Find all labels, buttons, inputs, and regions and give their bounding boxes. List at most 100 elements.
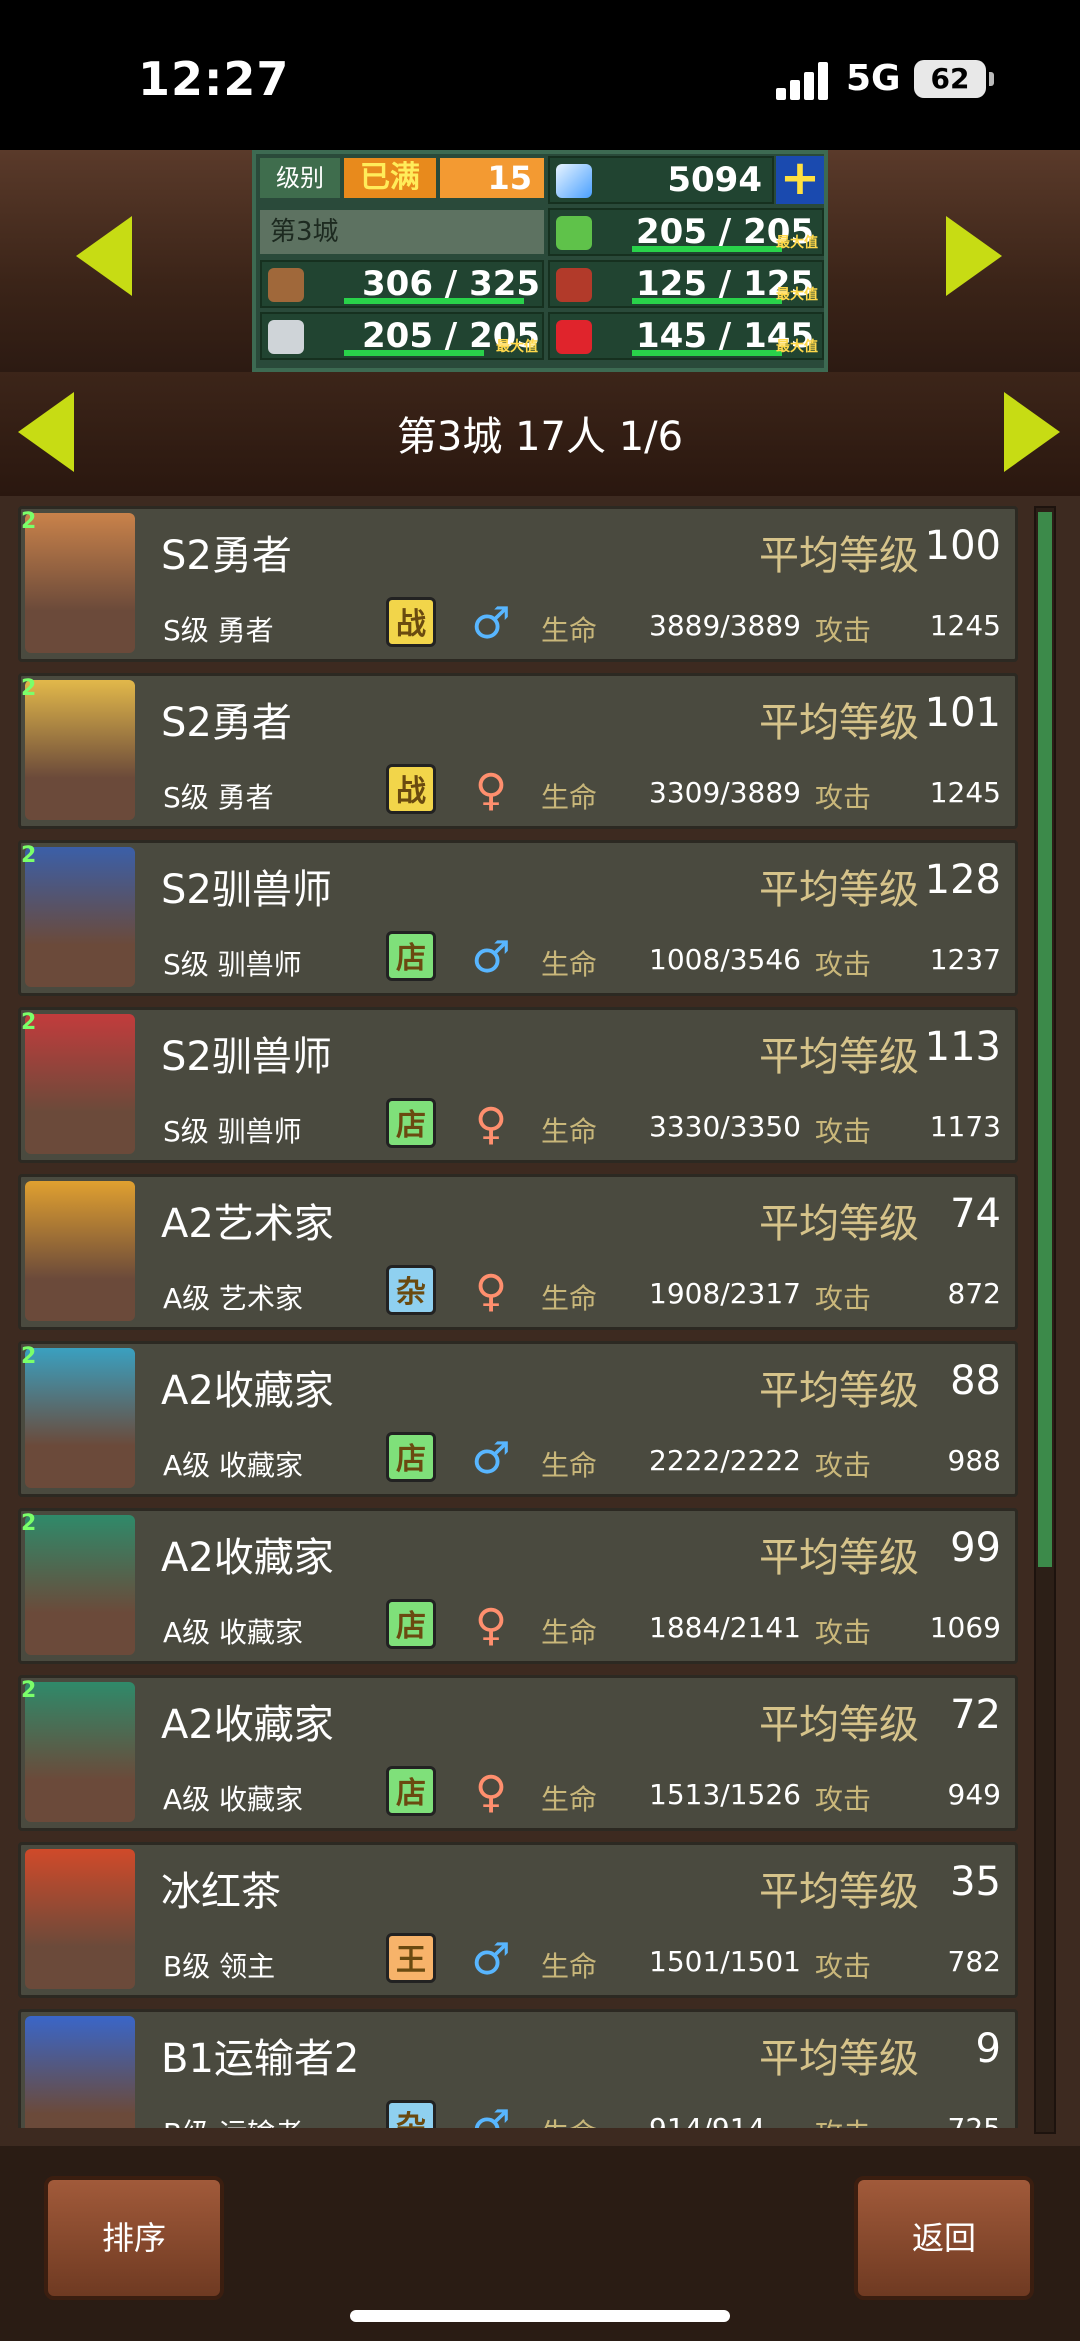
home-indicator[interactable]: [350, 2310, 730, 2322]
prev-castle-arrow-icon[interactable]: [76, 216, 132, 296]
job-type-icon: 战: [386, 597, 436, 647]
next-page-arrow-icon[interactable]: [1004, 392, 1060, 472]
job-type-icon: 店: [386, 1098, 436, 1148]
back-button[interactable]: 返回: [854, 2176, 1034, 2300]
unit-name: S2勇者: [161, 533, 292, 579]
unit-name: S2驯兽师: [161, 867, 332, 913]
attack-value: 988: [947, 1444, 1001, 1477]
hp-value: 3309/3889: [649, 776, 801, 809]
attack-value: 872: [947, 1277, 1001, 1310]
battery-icon: 62: [914, 60, 994, 98]
unit-card[interactable]: 2 A2收藏家 平均等级 72 A级 收藏家 店 ♀ 生命 1513/1526 …: [18, 1675, 1018, 1831]
avg-level-label: 平均等级: [759, 533, 919, 579]
hp-label: 生命: [541, 781, 598, 814]
female-icon: ♀: [474, 765, 508, 816]
unit-list-panel: 2 S2勇者 平均等级 100 S级 勇者 战 ♂ 生命 3889/3889 攻…: [0, 496, 1080, 2146]
attack-label: 攻击: [815, 1449, 872, 1482]
unit-rank: S级 勇者: [163, 781, 274, 814]
unit-name: A2收藏家: [161, 1702, 334, 1748]
unit-rank: B级 运输者: [163, 2112, 303, 2128]
grade-badge-icon: 2: [21, 1344, 37, 1369]
attack-value: 1245: [929, 776, 1001, 809]
unit-card[interactable]: A2艺术家 平均等级 74 A级 艺术家 杂 ♀ 生命 1908/2317 攻击…: [18, 1174, 1018, 1330]
wood-resource: 306 / 325: [260, 260, 544, 308]
grade-badge-icon: 2: [21, 509, 37, 534]
castle-header: 第3城 17人 1/6: [0, 372, 1080, 496]
stone-icon: [268, 320, 304, 354]
wood-log-icon: [268, 268, 304, 302]
unit-card[interactable]: 2 A2收藏家 平均等级 88 A级 收藏家 店 ♂ 生命 2222/2222 …: [18, 1341, 1018, 1497]
diamond-icon: [556, 164, 592, 198]
attack-value: 1245: [929, 609, 1001, 642]
hp-label: 生命: [541, 1449, 598, 1482]
avg-level-value: 88: [950, 1358, 1001, 1404]
level-max-badge: 已满: [344, 158, 436, 198]
unit-card[interactable]: 2 S2勇者 平均等级 101 S级 勇者 战 ♀ 生命 3309/3889 攻…: [18, 673, 1018, 829]
job-type-icon: 店: [386, 931, 436, 981]
hp-value: 1501/1501: [649, 1945, 801, 1978]
unit-card[interactable]: 2 A2收藏家 平均等级 99 A级 收藏家 店 ♀ 生命 1884/2141 …: [18, 1508, 1018, 1664]
hp-label: 生命: [541, 948, 598, 981]
avg-level-label: 平均等级: [759, 867, 919, 913]
job-type-icon: 王: [386, 1933, 436, 1983]
hp-value: 1908/2317: [649, 1277, 801, 1310]
hp-value: 3330/3350: [649, 1110, 801, 1143]
job-type-icon: 店: [386, 1599, 436, 1649]
hp-value: 914/914: [649, 2112, 765, 2128]
hp-label: 生命: [541, 1783, 598, 1816]
scrollbar[interactable]: [1034, 506, 1056, 2134]
ruby-icon: [556, 320, 592, 354]
unit-card[interactable]: 2 S2勇者 平均等级 100 S级 勇者 战 ♂ 生命 3889/3889 攻…: [18, 506, 1018, 662]
sort-button[interactable]: 排序: [44, 2176, 224, 2300]
job-type-icon: 店: [386, 1766, 436, 1816]
unit-name: A2艺术家: [161, 1201, 334, 1247]
job-type-icon: 战: [386, 764, 436, 814]
hp-value: 3889/3889: [649, 609, 801, 642]
scrollbar-thumb[interactable]: [1038, 512, 1052, 1567]
attack-label: 攻击: [815, 1282, 872, 1315]
attack-label: 攻击: [815, 1783, 872, 1816]
clock: 12:27: [138, 52, 290, 106]
resource-panel: 级别 已满 15 5094 + 第3城 205 / 205 最大值 306 / …: [252, 150, 828, 372]
male-icon: ♂: [471, 598, 511, 649]
grade-badge-icon: 2: [21, 1511, 37, 1536]
avg-level-value: 9: [975, 2026, 1001, 2072]
avg-level-label: 平均等级: [759, 1368, 919, 1414]
attack-label: 攻击: [815, 614, 872, 647]
grade-badge-icon: [21, 1177, 67, 1217]
attack-value: 725: [948, 2112, 1001, 2128]
attack-label: 攻击: [815, 1616, 872, 1649]
food-icon: [556, 268, 592, 302]
prev-page-arrow-icon[interactable]: [18, 392, 74, 472]
next-castle-arrow-icon[interactable]: [946, 216, 1002, 296]
grade-badge-icon: [21, 2012, 67, 2052]
grade-badge-icon: 2: [21, 843, 37, 868]
unit-card[interactable]: 冰红茶 平均等级 35 B级 领主 王 ♂ 生命 1501/1501 攻击 78…: [18, 1842, 1018, 1998]
female-icon: ♀: [474, 1266, 508, 1317]
status-bar: 12:27 5G 62: [0, 0, 1080, 150]
attack-value: 1173: [929, 1110, 1001, 1143]
gem-resource: 5094: [548, 156, 774, 204]
grade-badge-icon: [21, 1845, 67, 1885]
avg-level-value: 35: [950, 1859, 1001, 1905]
attack-label: 攻击: [815, 948, 872, 981]
unit-card[interactable]: 2 S2驯兽师 平均等级 113 S级 驯兽师 店 ♀ 生命 3330/3350…: [18, 1007, 1018, 1163]
max-label: 最大值: [496, 339, 538, 355]
grass-icon: [556, 216, 592, 250]
stone-resource: 205 / 205 最大值: [260, 312, 544, 360]
attack-value: 1237: [929, 943, 1001, 976]
battery-level: 62: [930, 62, 970, 95]
avg-level-value: 101: [924, 690, 1001, 736]
attack-label: 攻击: [815, 2112, 871, 2128]
unit-card[interactable]: B1运输者2 平均等级 9 B级 运输者 杂 ♂ 生命 914/914 攻击 7…: [18, 2009, 1018, 2128]
add-gems-button[interactable]: +: [776, 154, 824, 204]
unit-rank: A级 收藏家: [163, 1783, 304, 1816]
unit-rank: A级 收藏家: [163, 1449, 304, 1482]
unit-card[interactable]: 2 S2驯兽师 平均等级 128 S级 驯兽师 店 ♂ 生命 1008/3546…: [18, 840, 1018, 996]
unit-rank: S级 驯兽师: [163, 948, 302, 981]
avg-level-label: 平均等级: [759, 1034, 919, 1080]
level-value: 15: [440, 158, 544, 198]
avg-level-label: 平均等级: [759, 1702, 919, 1748]
avg-level-value: 128: [924, 857, 1001, 903]
unit-list[interactable]: 2 S2勇者 平均等级 100 S级 勇者 战 ♂ 生命 3889/3889 攻…: [18, 506, 1018, 2128]
